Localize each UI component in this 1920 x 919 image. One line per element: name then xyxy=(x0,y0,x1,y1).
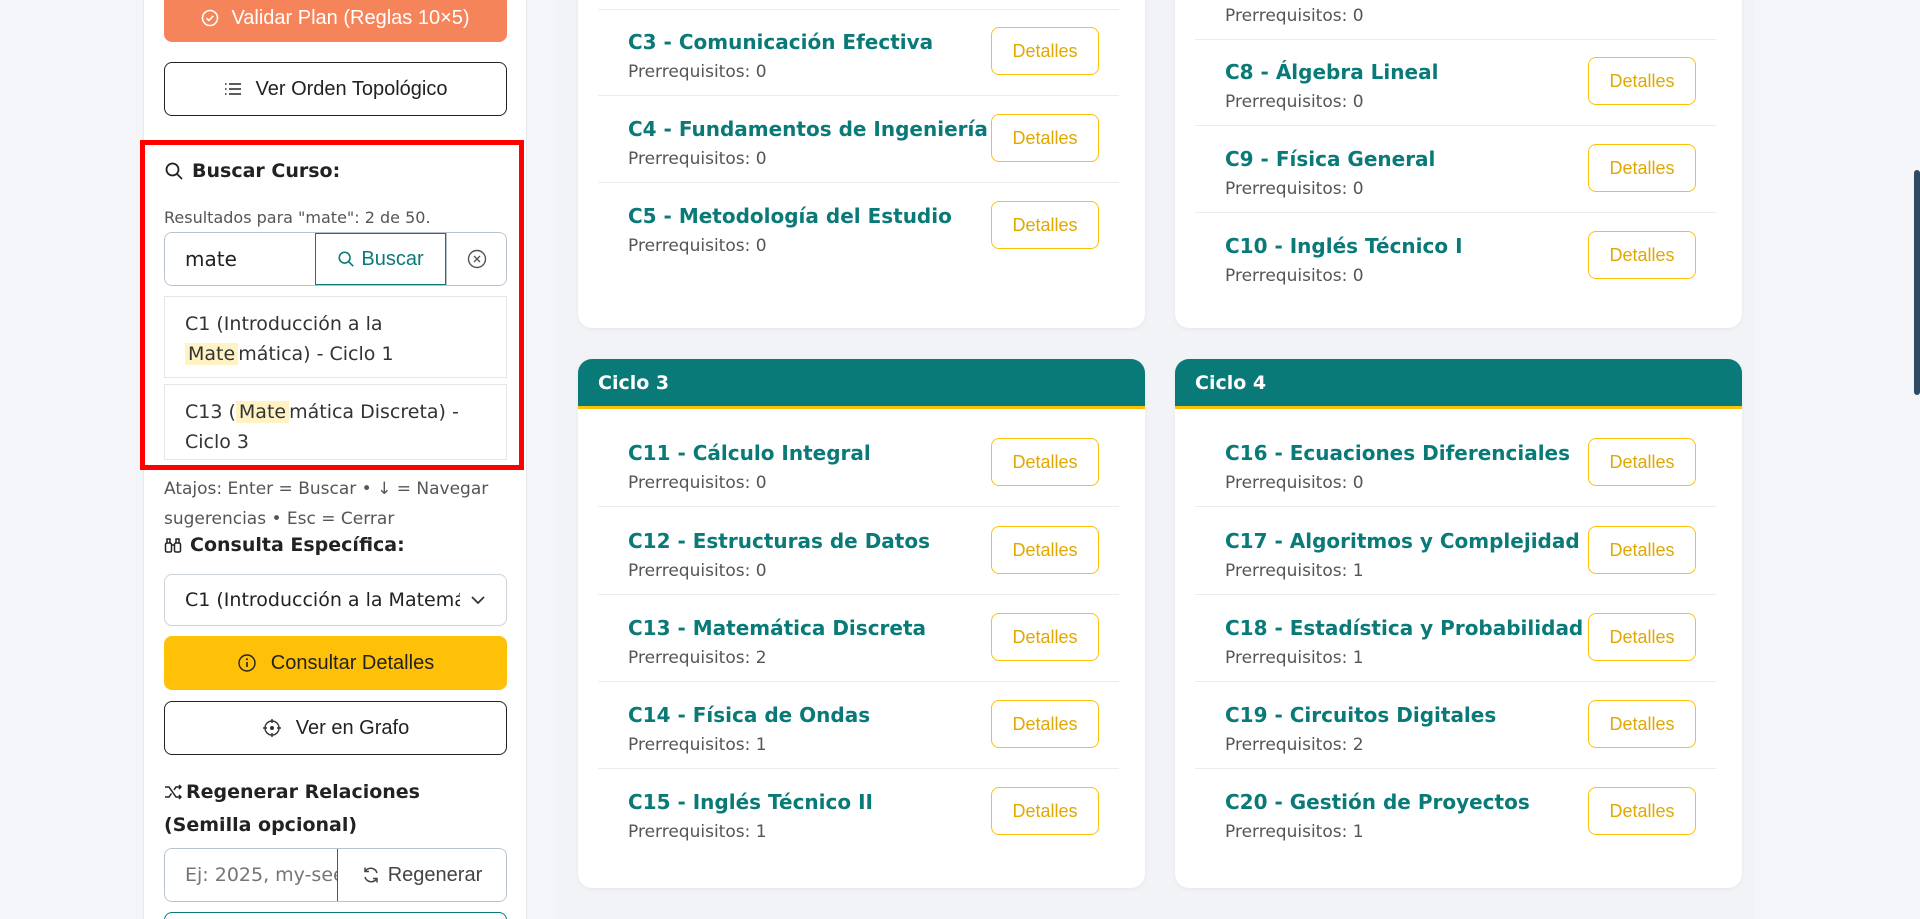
course-prereqs: Prerrequisitos: 2 xyxy=(628,648,767,668)
course-select-value: C1 (Introducción a la Matemática) xyxy=(185,589,460,611)
refresh-icon xyxy=(363,867,378,883)
details-button[interactable]: Detalles xyxy=(1588,700,1696,748)
course-row xyxy=(598,0,1119,10)
details-button[interactable]: Detalles xyxy=(1588,231,1696,279)
course-row: C3 - Comunicación Efectiva Prerrequisito… xyxy=(598,10,1119,96)
course-name: C9 - Física General xyxy=(1225,147,1436,171)
details-button[interactable]: Detalles xyxy=(991,613,1099,661)
course-name: C8 - Álgebra Lineal xyxy=(1225,60,1439,84)
list-icon xyxy=(224,83,241,95)
course-name: C20 - Gestión de Proyectos xyxy=(1225,790,1530,814)
cycle-header: Ciclo 3 xyxy=(578,359,1145,409)
course-row: Prerrequisitos: 0 xyxy=(1195,0,1716,40)
course-prereqs: Prerrequisitos: 0 xyxy=(628,561,767,581)
course-prereqs: Prerrequisitos: 1 xyxy=(1225,561,1364,581)
course-row: C4 - Fundamentos de Ingeniería Prerrequi… xyxy=(598,97,1119,183)
course-prereqs: Prerrequisitos: 1 xyxy=(1225,822,1364,842)
details-button[interactable]: Detalles xyxy=(991,787,1099,835)
cycle-card-1: C3 - Comunicación Efectiva Prerrequisito… xyxy=(578,0,1145,328)
cycle-card-3: Ciclo 3 C11 - Cálculo Integral Prerrequi… xyxy=(578,359,1145,888)
course-prereqs: Prerrequisitos: 0 xyxy=(628,236,767,256)
course-prereqs: Prerrequisitos: 0 xyxy=(1225,266,1364,286)
page-scrollbar[interactable] xyxy=(1914,170,1920,395)
binoculars-icon xyxy=(164,538,182,553)
course-prereqs: Prerrequisitos: 1 xyxy=(628,822,767,842)
cycle-card-2: Prerrequisitos: 0 C8 - Álgebra Lineal Pr… xyxy=(1175,0,1742,328)
course-row: C9 - Física General Prerrequisitos: 0 De… xyxy=(1195,127,1716,213)
topological-order-label: Ver Orden Topológico xyxy=(255,77,448,100)
course-prereqs: Prerrequisitos: 0 xyxy=(1225,473,1364,493)
course-row: C11 - Cálculo Integral Prerrequisitos: 0… xyxy=(598,421,1119,507)
cycle-header: Ciclo 4 xyxy=(1175,359,1742,409)
regenerate-button[interactable]: Regenerar xyxy=(337,849,506,901)
keyboard-shortcuts-hint: Atajos: Enter = Buscar • ↓ = Navegar sug… xyxy=(164,479,489,529)
course-prereqs: Prerrequisitos: 0 xyxy=(1225,179,1364,199)
course-prereqs: Prerrequisitos: 0 xyxy=(628,473,767,493)
course-row: C5 - Metodología del Estudio Prerrequisi… xyxy=(598,184,1119,270)
course-name: C10 - Inglés Técnico I xyxy=(1225,234,1463,258)
details-button[interactable]: Detalles xyxy=(991,27,1099,75)
course-name: C16 - Ecuaciones Diferenciales xyxy=(1225,441,1571,465)
details-button[interactable]: Detalles xyxy=(1588,57,1696,105)
consult-details-button[interactable]: Consultar Detalles xyxy=(164,636,507,690)
topological-order-button[interactable]: Ver Orden Topológico xyxy=(164,62,507,116)
check-circle-icon xyxy=(202,9,219,27)
seed-input[interactable] xyxy=(165,849,337,901)
course-name: C11 - Cálculo Integral xyxy=(628,441,871,465)
details-button[interactable]: Detalles xyxy=(991,700,1099,748)
course-row: C16 - Ecuaciones Diferenciales Prerrequi… xyxy=(1195,421,1716,507)
validate-plan-label: Validar Plan (Reglas 10×5) xyxy=(231,6,470,29)
shuffle-icon xyxy=(165,784,183,800)
course-prereqs: Prerrequisitos: 0 xyxy=(628,149,767,169)
course-name: C5 - Metodología del Estudio xyxy=(628,204,952,228)
course-prereqs: Prerrequisitos: 1 xyxy=(1225,648,1364,668)
details-button[interactable]: Detalles xyxy=(991,438,1099,486)
regenerate-relations-label: Regenerar Relaciones (Semilla opcional) xyxy=(164,781,420,836)
details-button[interactable]: Detalles xyxy=(991,526,1099,574)
specific-query-label: Consulta Específica: xyxy=(164,534,405,556)
course-name: C18 - Estadística y Probabilidad xyxy=(1225,616,1584,640)
course-name: C4 - Fundamentos de Ingeniería xyxy=(628,117,988,141)
regenerate-group: Regenerar xyxy=(164,848,507,902)
view-graph-button[interactable]: Ver en Grafo xyxy=(164,701,507,755)
highlight-frame xyxy=(140,140,524,470)
chevron-down-icon xyxy=(471,596,485,605)
course-row: C17 - Algoritmos y Complejidad Prerrequi… xyxy=(1195,509,1716,595)
course-row: C14 - Física de Ondas Prerrequisitos: 1 … xyxy=(598,683,1119,769)
details-button[interactable]: Detalles xyxy=(991,201,1099,249)
course-name: C3 - Comunicación Efectiva xyxy=(628,30,934,54)
course-row: C19 - Circuitos Digitales Prerrequisitos… xyxy=(1195,683,1716,769)
course-row: C8 - Álgebra Lineal Prerrequisitos: 0 De… xyxy=(1195,40,1716,126)
course-name: C17 - Algoritmos y Complejidad xyxy=(1225,529,1580,553)
course-row: C18 - Estadística y Probabilidad Prerreq… xyxy=(1195,596,1716,682)
info-icon xyxy=(238,654,256,672)
course-select[interactable]: C1 (Introducción a la Matemática) xyxy=(164,574,507,626)
course-row: C20 - Gestión de Proyectos Prerrequisito… xyxy=(1195,770,1716,856)
details-button[interactable]: Detalles xyxy=(1588,144,1696,192)
course-prereqs: Prerrequisitos: 0 xyxy=(628,62,767,82)
course-prereqs: Prerrequisitos: 0 xyxy=(1225,92,1364,112)
course-name: C12 - Estructuras de Datos xyxy=(628,529,930,553)
details-button[interactable]: Detalles xyxy=(1588,438,1696,486)
course-name: C19 - Circuitos Digitales xyxy=(1225,703,1497,727)
details-button[interactable]: Detalles xyxy=(1588,787,1696,835)
cycle-card-4: Ciclo 4 C16 - Ecuaciones Diferenciales P… xyxy=(1175,359,1742,888)
validate-plan-button[interactable]: Validar Plan (Reglas 10×5) xyxy=(164,0,507,42)
course-prereqs: Prerrequisitos: 1 xyxy=(628,735,767,755)
course-prereqs: Prerrequisitos: 2 xyxy=(1225,735,1364,755)
course-row: C12 - Estructuras de Datos Prerrequisito… xyxy=(598,509,1119,595)
course-row: C10 - Inglés Técnico I Prerrequisitos: 0… xyxy=(1195,214,1716,300)
course-row: C13 - Matemática Discreta Prerrequisitos… xyxy=(598,596,1119,682)
course-row: C15 - Inglés Técnico II Prerrequisitos: … xyxy=(598,770,1119,856)
main-content: C3 - Comunicación Efectiva Prerrequisito… xyxy=(557,0,1754,919)
course-name: C14 - Física de Ondas xyxy=(628,703,871,727)
details-button[interactable]: Detalles xyxy=(1588,526,1696,574)
course-prereqs: Prerrequisitos: 0 xyxy=(1225,6,1364,26)
details-button[interactable]: Detalles xyxy=(1588,613,1696,661)
next-button-partial[interactable] xyxy=(164,912,507,919)
course-name: C15 - Inglés Técnico II xyxy=(628,790,873,814)
crosshair-icon xyxy=(262,719,281,737)
details-button[interactable]: Detalles xyxy=(991,114,1099,162)
course-name: C13 - Matemática Discreta xyxy=(628,616,927,640)
